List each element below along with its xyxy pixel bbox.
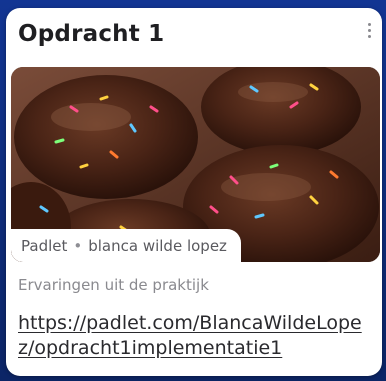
source-site: Padlet [21, 236, 68, 255]
post-link[interactable]: https://padlet.com/BlancaWildeLopez/opdr… [18, 311, 374, 361]
attachment-source: Padlet • blanca wilde lopez [11, 229, 241, 262]
more-vertical-icon [367, 22, 371, 26]
source-separator: • [73, 236, 83, 255]
source-author: blanca wilde lopez [88, 236, 227, 255]
padlet-board-background: Opdracht 1 Padlet • blanca wilde lopez E… [0, 0, 386, 381]
post-title: Opdracht 1 [18, 21, 165, 47]
post-card[interactable]: Opdracht 1 Padlet • blanca wilde lopez E… [6, 8, 382, 376]
post-menu-button[interactable] [360, 17, 378, 43]
post-subtitle: Ervaringen uit de praktijk [18, 276, 209, 294]
